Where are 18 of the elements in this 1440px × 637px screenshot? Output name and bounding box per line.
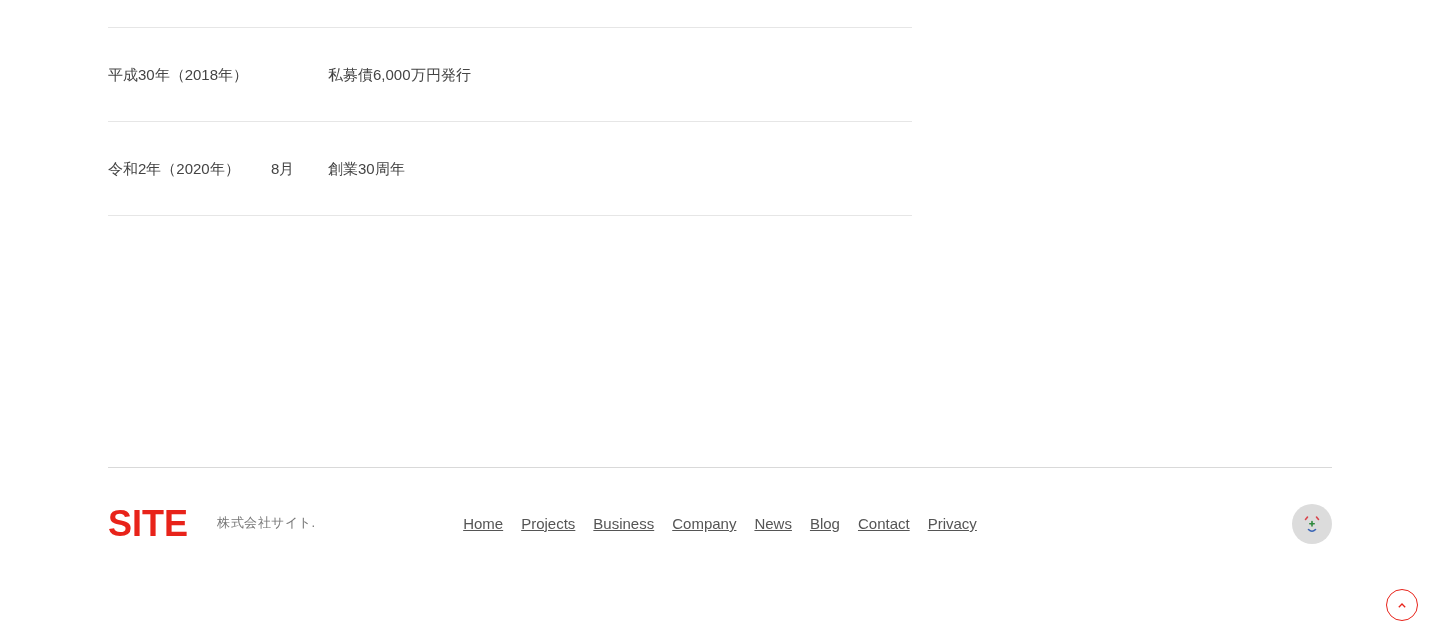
nav-link[interactable]: Company: [672, 514, 737, 534]
history-date: 平成30年（2018年）: [108, 64, 249, 85]
back-to-top-button[interactable]: [1386, 589, 1418, 621]
nav-link[interactable]: Contact: [857, 514, 910, 534]
nav-link[interactable]: Home: [463, 514, 504, 534]
history-date: 令和2年（2020年）: [108, 158, 240, 179]
nav-link[interactable]: Projects: [521, 514, 576, 534]
nav-link[interactable]: Privacy: [927, 514, 977, 534]
nav-link[interactable]: News: [754, 514, 792, 534]
site-logo[interactable]: SITE: [108, 506, 188, 542]
history-month: 8月: [271, 158, 295, 179]
nav-link[interactable]: Business: [593, 514, 655, 534]
history-event: 創業30周年: [328, 158, 405, 179]
caret-icon: [1398, 602, 1406, 608]
nav-link[interactable]: Blog: [809, 514, 840, 534]
company-name: 株式会社サイト.: [217, 514, 316, 532]
smiley-face-icon[interactable]: [1292, 504, 1332, 544]
history-event: 私募債6,000万円発行: [328, 64, 471, 85]
